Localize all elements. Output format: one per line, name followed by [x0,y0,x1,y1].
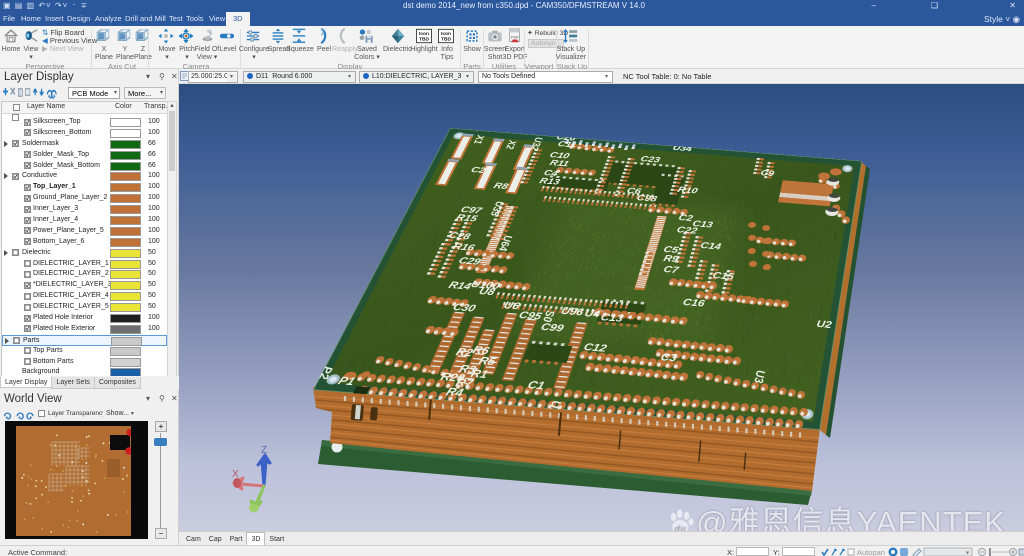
svg-text:TBD: TBD [441,36,451,42]
svg-text:C11: C11 [556,140,578,150]
svg-text:Icon: Icon [441,31,451,37]
svg-text:C12: C12 [582,342,609,355]
svg-text:Autopan: Autopan [857,548,885,556]
svg-text:C14: C14 [699,241,723,252]
svg-text:C13: C13 [691,219,714,230]
svg-text:R10: R10 [676,186,699,196]
svg-text:C13: C13 [599,312,625,325]
svg-text:C98: C98 [635,194,659,205]
svg-text:C23: C23 [639,155,662,165]
svg-text:C15: C15 [711,271,735,283]
svg-text:TBD: TBD [419,36,429,42]
svg-text:U3: U3 [750,370,767,385]
svg-text:Icon: Icon [419,31,429,37]
svg-text:C9: C9 [759,169,775,179]
svg-text:C16: C16 [681,297,706,309]
svg-text:du: du [675,524,687,531]
svg-text:R11: R11 [548,159,570,169]
svg-text:PDF: PDF [511,35,520,40]
svg-text:U2: U2 [816,319,834,331]
svg-text:▾: ▾ [966,551,969,556]
